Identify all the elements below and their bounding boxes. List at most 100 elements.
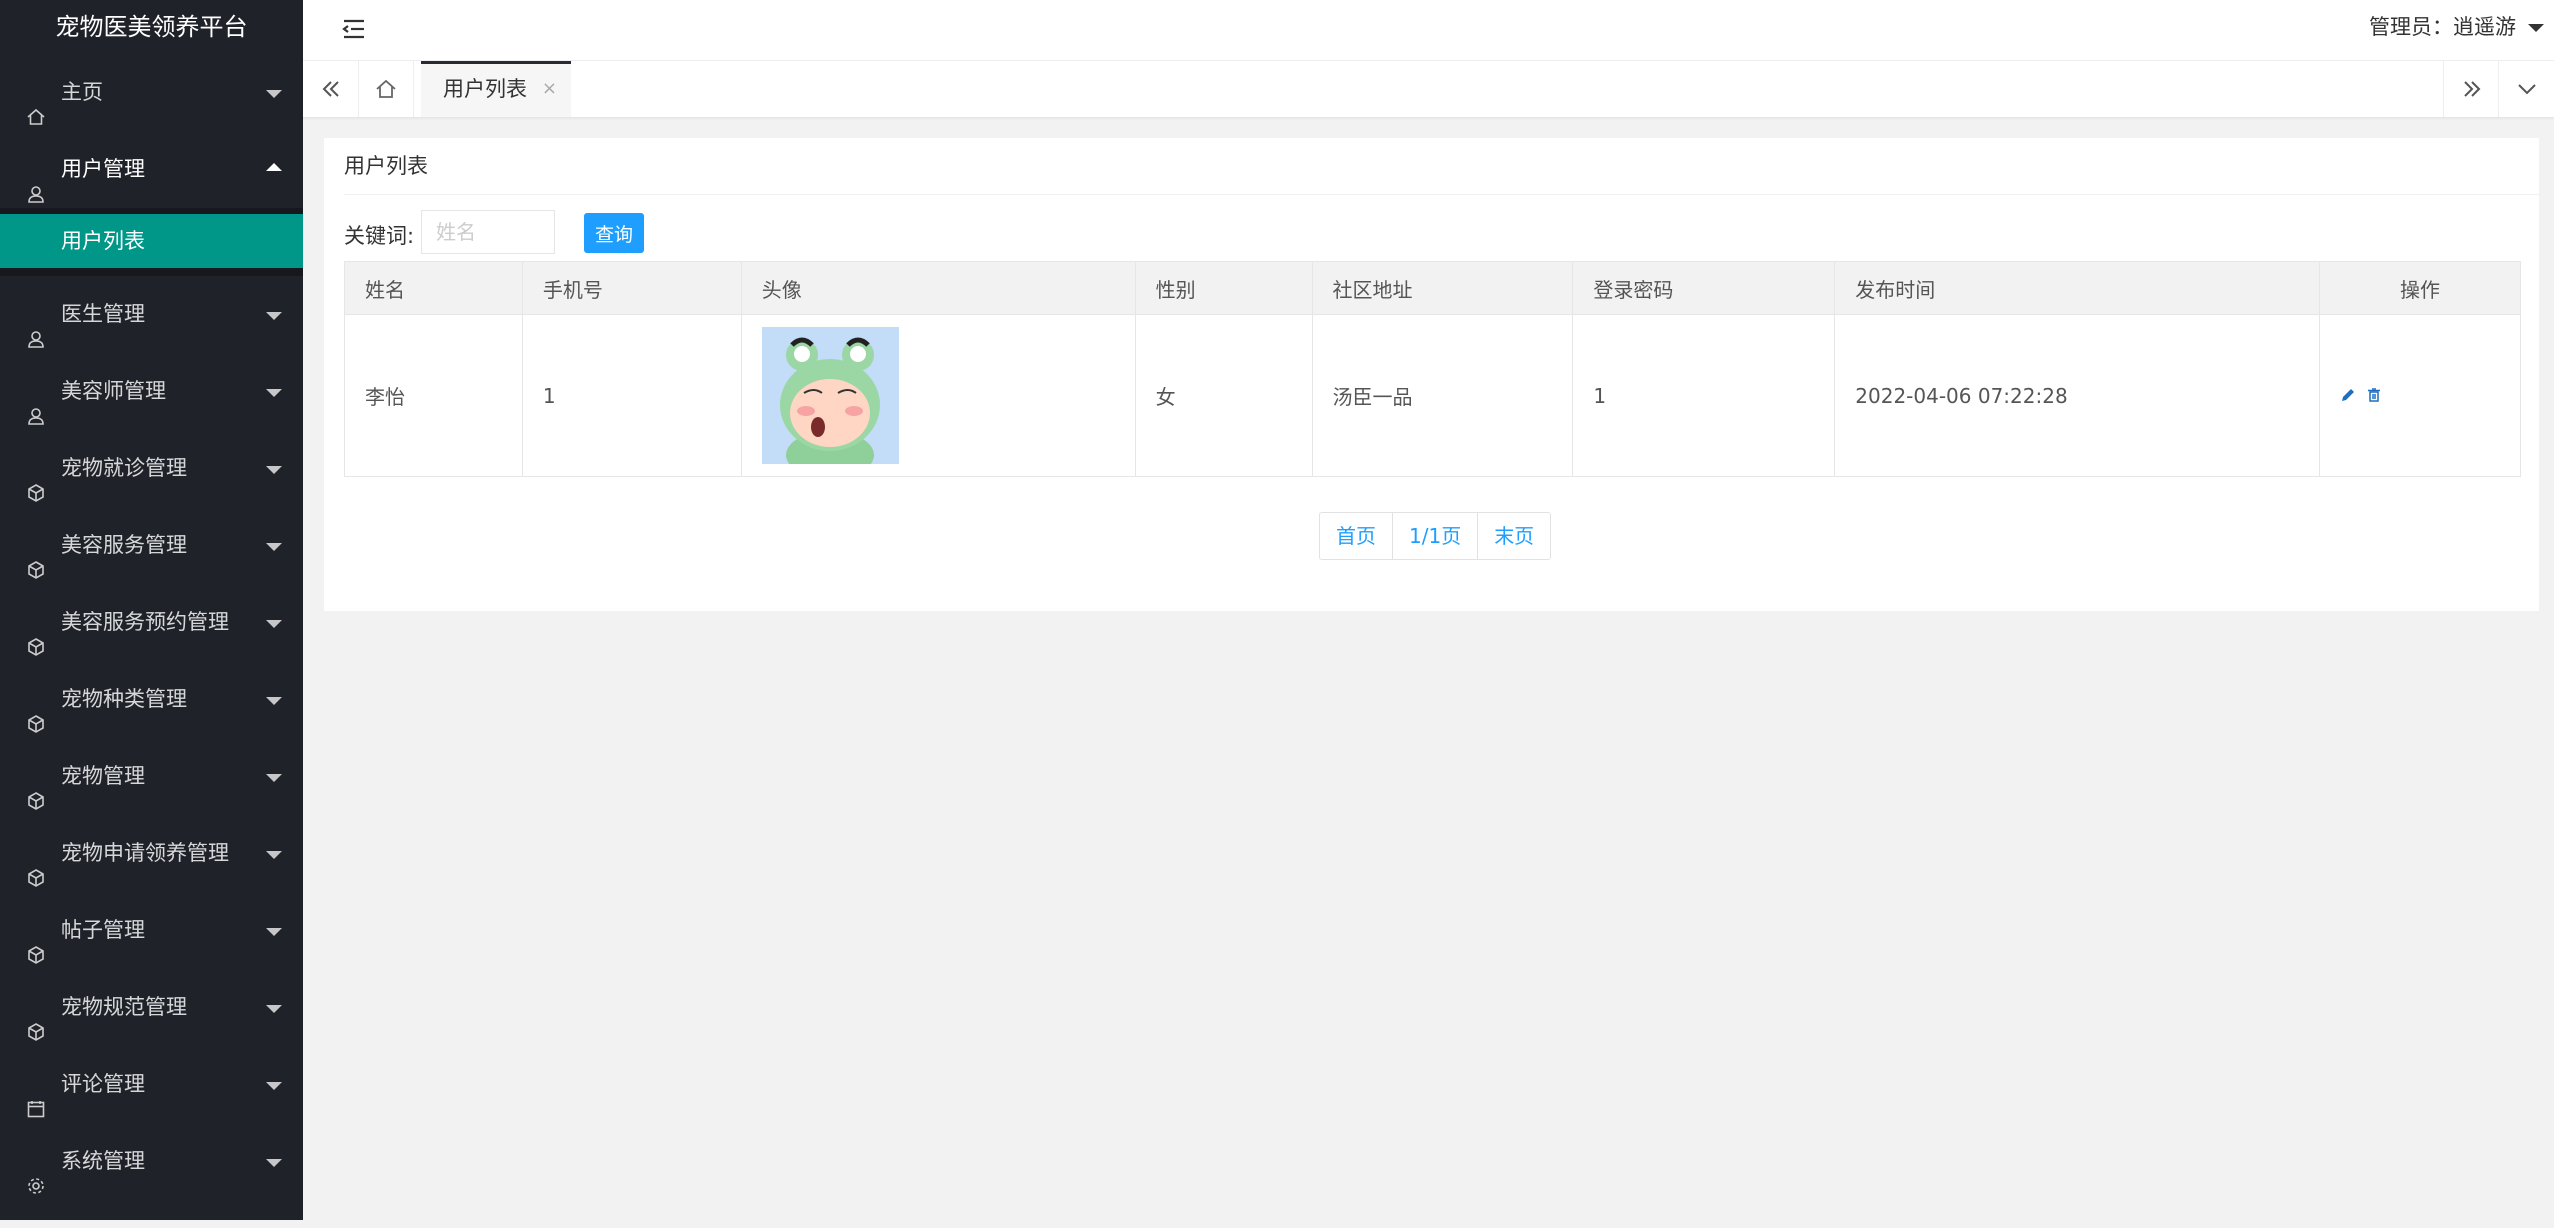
- sidebar-item-9[interactable]: 宠物申请领养管理: [0, 815, 303, 892]
- sidebar-item-label: 系统管理: [61, 1149, 145, 1173]
- first-page-link[interactable]: 首页: [1320, 513, 1393, 559]
- admin-user-menu[interactable]: 管理员：逍遥游: [2369, 0, 2516, 54]
- cube-icon: [26, 458, 46, 502]
- gear-icon: [26, 1151, 46, 1194]
- sidebar-item-4[interactable]: 宠物就诊管理: [0, 430, 303, 507]
- cube-icon: [26, 920, 46, 964]
- column-header-avatar: 头像: [740, 261, 1136, 315]
- content-card: 用户列表 关键词: 查询 姓名 手机号 头像 性别 社区地址 登录密码 发布时间…: [324, 138, 2539, 611]
- cube-icon: [26, 843, 46, 887]
- caret-down-icon: [266, 389, 282, 397]
- column-header-gender: 性别: [1134, 261, 1313, 315]
- sidebar-item-3[interactable]: 美容师管理: [0, 353, 303, 430]
- home-tab-icon[interactable]: [358, 61, 414, 117]
- caret-down-icon: [266, 466, 282, 474]
- column-header-address: 社区地址: [1311, 261, 1574, 315]
- column-header-phone: 手机号: [521, 261, 742, 315]
- cell-avatar: [740, 314, 1136, 477]
- cell-actions: [2319, 314, 2521, 477]
- sidebar-item-label: 美容服务管理: [61, 533, 187, 557]
- cell-address: 汤臣一品: [1311, 314, 1574, 477]
- cube-icon: [26, 612, 46, 656]
- sidebar-subitem-user-list[interactable]: 用户列表: [0, 214, 303, 268]
- caret-down-icon: [266, 928, 282, 936]
- cell-time: 2022-04-06 07:22:28: [1834, 314, 2321, 477]
- cell-password: 1: [1572, 314, 1836, 477]
- sidebar-item-label: 美容服务预约管理: [61, 610, 229, 634]
- sidebar-item-5[interactable]: 美容服务管理: [0, 507, 303, 584]
- caret-down-icon: [266, 90, 282, 98]
- caret-down-icon: [266, 1082, 282, 1090]
- card-title: 用户列表: [344, 138, 2539, 195]
- table-row: 李怡 1 女 汤臣一品 1 2022-04-06 07:22:28: [344, 314, 2521, 477]
- user-icon: [26, 159, 46, 203]
- tab-label: 用户列表: [443, 77, 527, 101]
- caret-up-icon: [266, 163, 282, 171]
- caret-down-icon: [266, 620, 282, 628]
- cube-icon: [26, 997, 46, 1041]
- tabs-scroll-left-icon[interactable]: [303, 61, 359, 117]
- sidebar-item-label: 评论管理: [61, 1072, 145, 1096]
- sidebar-item-label: 美容师管理: [61, 379, 166, 403]
- sidebar-nav: 主页用户管理用户列表医生管理美容师管理宠物就诊管理美容服务管理美容服务预约管理宠…: [0, 54, 303, 1200]
- sidebar-item-label: 宠物规范管理: [61, 995, 187, 1019]
- sidebar-item-7[interactable]: 宠物种类管理: [0, 661, 303, 738]
- sidebar-item-0[interactable]: 主页: [0, 54, 303, 131]
- caret-down-icon: [266, 1159, 282, 1167]
- column-header-time: 发布时间: [1834, 261, 2321, 315]
- table-header-row: 姓名 手机号 头像 性别 社区地址 登录密码 发布时间 操作: [344, 261, 2521, 315]
- user-icon: [26, 304, 46, 348]
- tabs-bar: 用户列表 ×: [303, 61, 2554, 118]
- top-header: 管理员：逍遥游: [303, 0, 2554, 61]
- sidebar-item-label: 用户管理: [61, 157, 145, 181]
- cube-icon: [26, 535, 46, 579]
- page-indicator[interactable]: 1/1页: [1393, 513, 1479, 559]
- caret-down-icon: [266, 1005, 282, 1013]
- sidebar-submenu: 用户列表: [0, 208, 303, 276]
- tab-close-icon[interactable]: ×: [542, 61, 557, 117]
- sidebar-item-1[interactable]: 用户管理: [0, 131, 303, 208]
- sidebar-item-label: 宠物种类管理: [61, 687, 187, 711]
- column-header-name: 姓名: [344, 261, 523, 315]
- search-button[interactable]: 查询: [584, 213, 644, 253]
- sidebar-item-label: 宠物管理: [61, 764, 145, 788]
- search-label: 关键词:: [344, 224, 415, 248]
- tabs-menu-chevron-down-icon[interactable]: [2498, 61, 2554, 117]
- caret-down-icon: [266, 774, 282, 782]
- sidebar-item-13[interactable]: 系统管理: [0, 1123, 303, 1200]
- app-logo-title: 宠物医美领养平台: [55, 13, 248, 41]
- cube-icon: [26, 766, 46, 810]
- pagination: 首页 1/1页 末页: [1319, 512, 1552, 560]
- sidebar-item-2[interactable]: 医生管理: [0, 276, 303, 353]
- sidebar-item-label: 医生管理: [61, 302, 145, 326]
- frog-hood-avatar-image: [761, 327, 899, 464]
- caret-down-icon: [266, 851, 282, 859]
- home-icon: [26, 82, 46, 125]
- menu-collapse-icon[interactable]: [341, 17, 367, 41]
- cell-gender: 女: [1134, 314, 1313, 477]
- edit-pencil-icon[interactable]: [2340, 387, 2356, 403]
- tabs-scroll-right-icon[interactable]: [2443, 61, 2499, 117]
- sidebar-item-label: 帖子管理: [61, 918, 145, 942]
- last-page-link[interactable]: 末页: [1478, 513, 1550, 559]
- delete-trash-icon[interactable]: [2366, 387, 2382, 403]
- cell-phone: 1: [521, 314, 742, 477]
- cell-name: 李怡: [344, 314, 523, 477]
- sidebar: 宠物医美领养平台 主页用户管理用户列表医生管理美容师管理宠物就诊管理美容服务管理…: [0, 0, 303, 1220]
- sidebar-item-6[interactable]: 美容服务预约管理: [0, 584, 303, 661]
- caret-down-icon: [266, 543, 282, 551]
- tab-user-list[interactable]: 用户列表 ×: [421, 61, 571, 117]
- sidebar-item-label: 主页: [61, 80, 103, 104]
- cube-icon: [26, 689, 46, 733]
- sidebar-item-8[interactable]: 宠物管理: [0, 738, 303, 815]
- sidebar-item-10[interactable]: 帖子管理: [0, 892, 303, 969]
- sidebar-item-label: 宠物申请领养管理: [61, 841, 229, 865]
- sidebar-item-11[interactable]: 宠物规范管理: [0, 969, 303, 1046]
- user-table: 姓名 手机号 头像 性别 社区地址 登录密码 发布时间 操作 李怡 1 女 汤臣…: [344, 261, 2521, 477]
- keyword-input[interactable]: [421, 210, 555, 254]
- caret-down-icon: [266, 312, 282, 320]
- user-caret-down-icon[interactable]: [2528, 24, 2544, 32]
- column-header-actions: 操作: [2319, 261, 2521, 315]
- sidebar-item-12[interactable]: 评论管理: [0, 1046, 303, 1123]
- column-header-password: 登录密码: [1572, 261, 1836, 315]
